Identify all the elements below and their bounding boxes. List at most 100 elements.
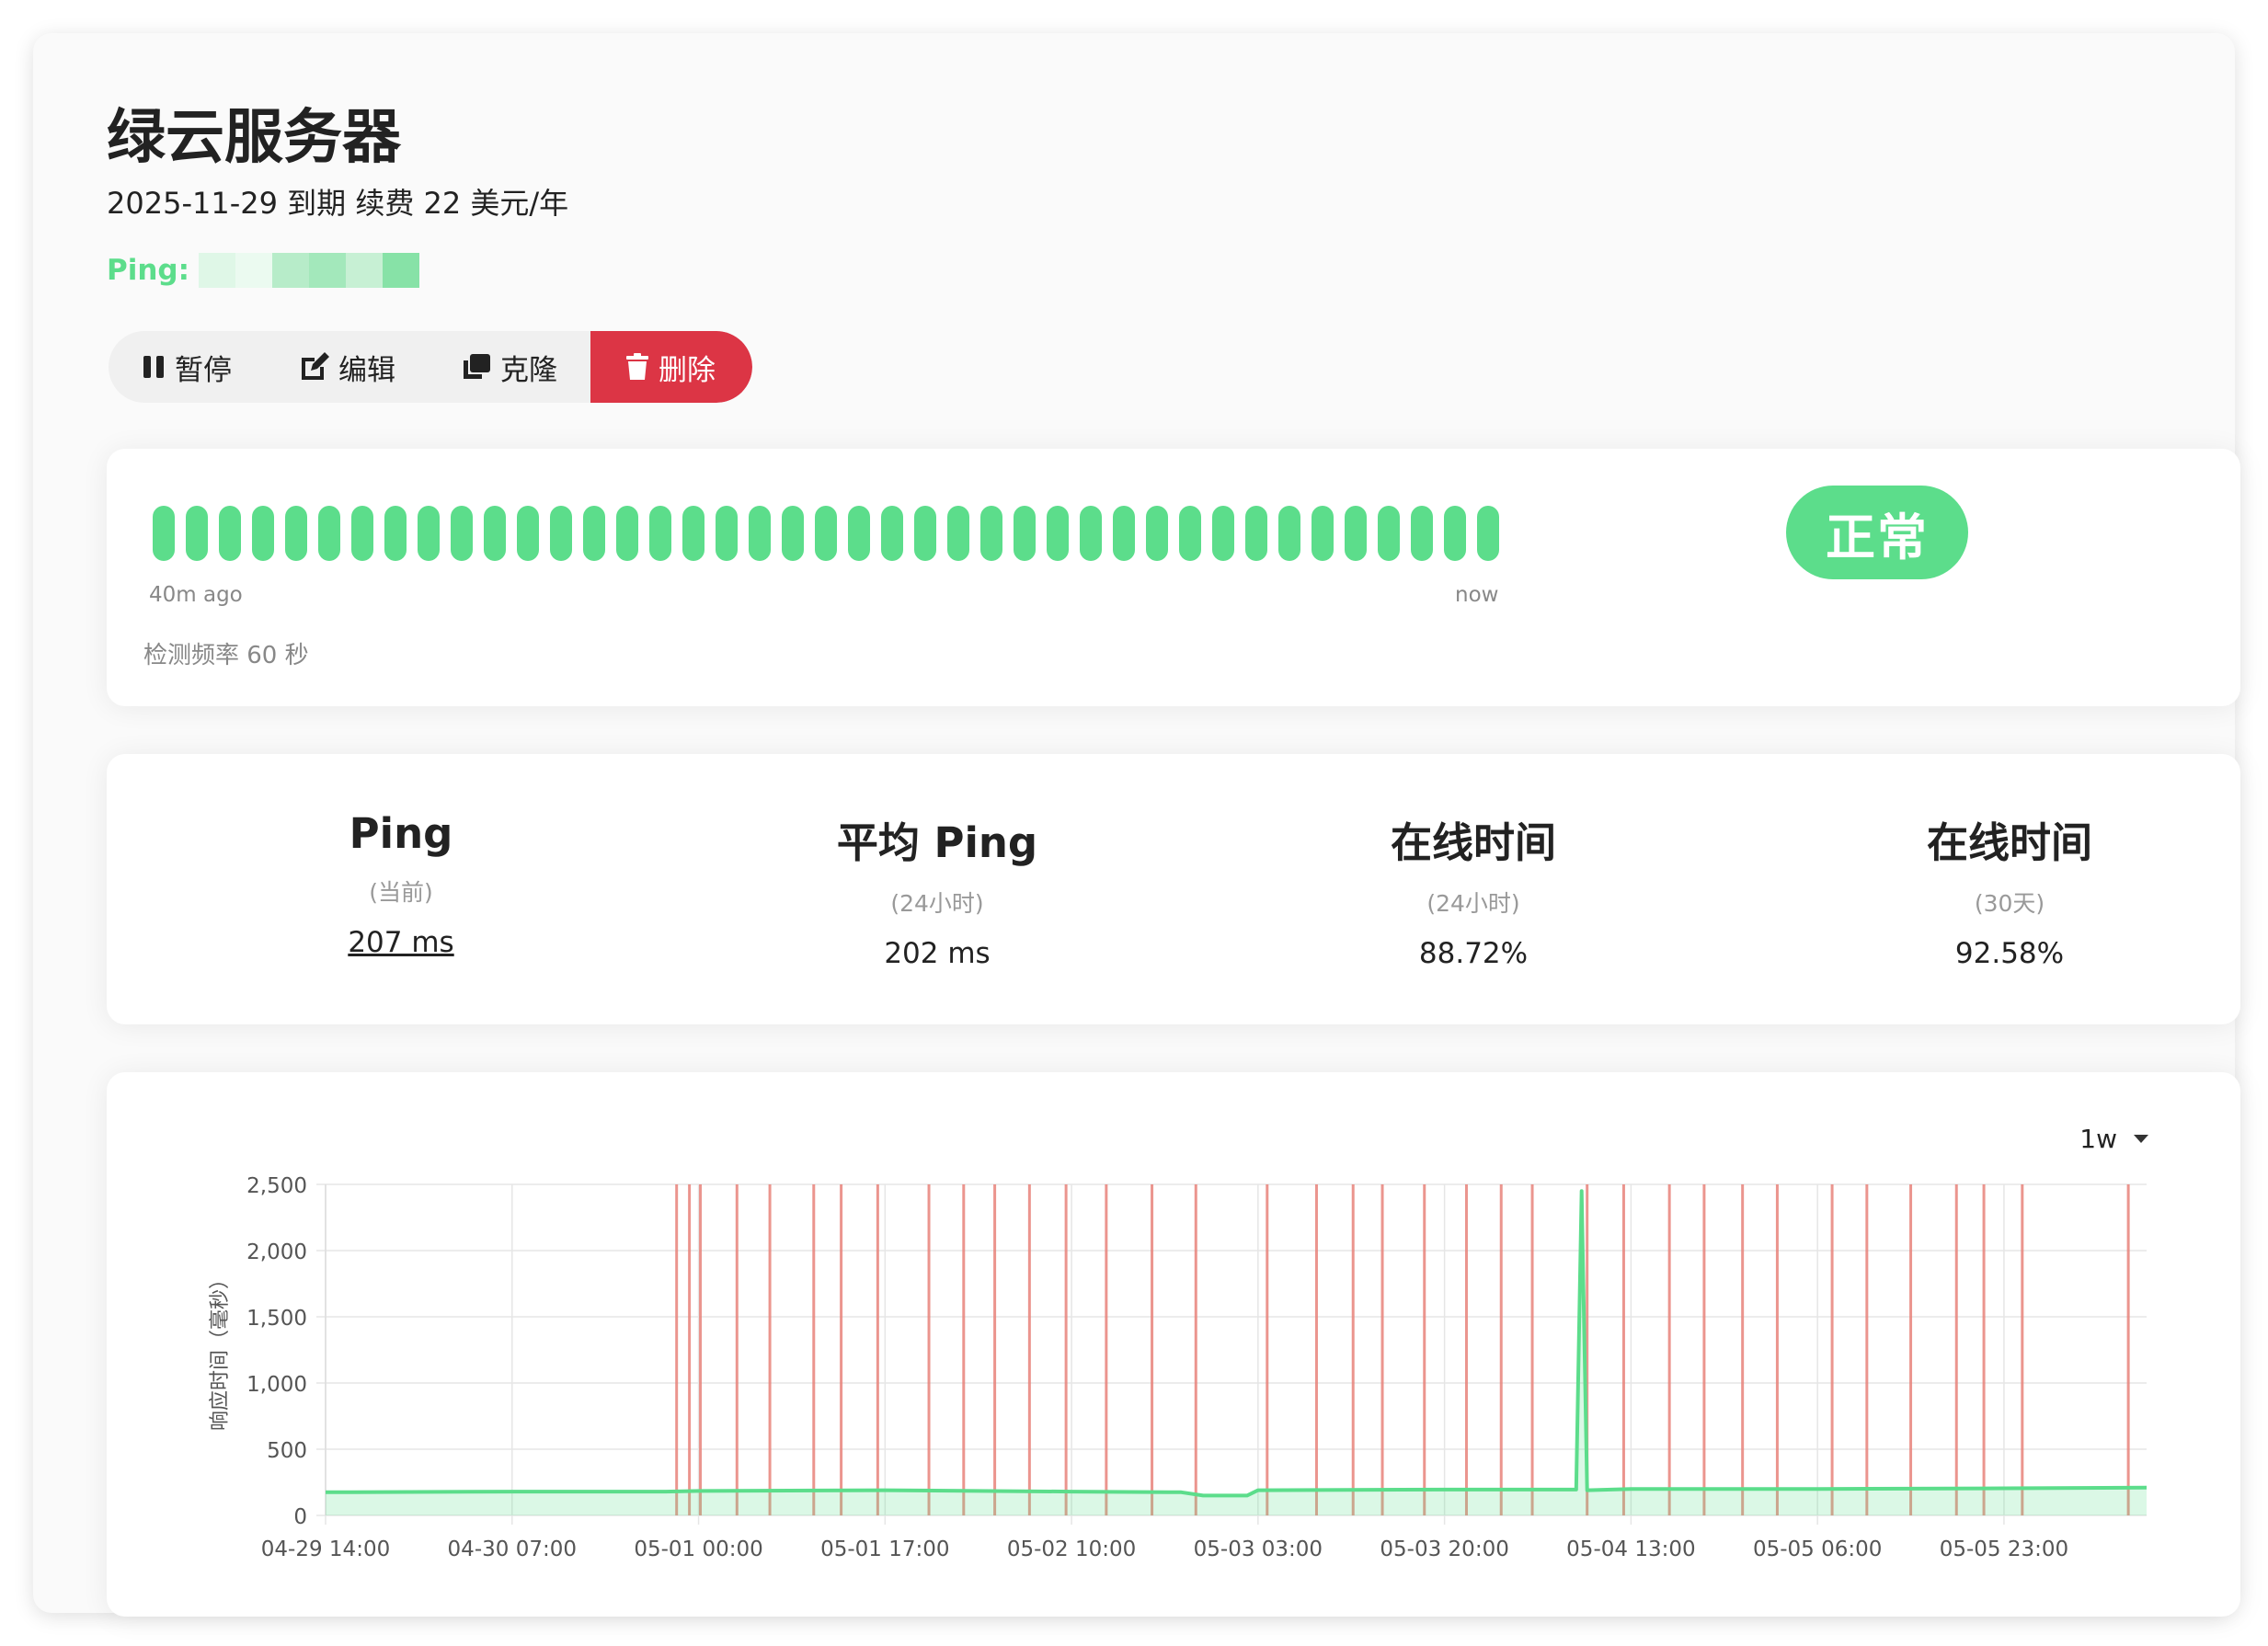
response-time-chart: 0 500 1,000 1,500 2,000 2,500 04-29 14:00 04-30…	[209, 1174, 2148, 1561]
heartbeat-beat[interactable]	[716, 506, 738, 561]
y-tick-label: 1,500	[246, 1307, 307, 1331]
heartbeat-bar	[153, 506, 1499, 561]
heartbeat-beat[interactable]	[1345, 506, 1367, 561]
x-tick-label: 05-01 00:00	[634, 1537, 762, 1561]
heartbeat-beat[interactable]	[1212, 506, 1234, 561]
x-tick-label: 05-03 20:00	[1380, 1537, 1508, 1561]
stat-value: 202 ms	[884, 937, 991, 970]
monitor-details-panel: 绿云服务器 2025-11-29 到期 续费 22 美元/年 Ping: 暂停 …	[33, 33, 2240, 1617]
heartbeat-beat[interactable]	[1444, 506, 1466, 561]
series-area	[326, 1191, 2147, 1515]
heartbeat-beat[interactable]	[219, 506, 241, 561]
y-tick-label: 1,000	[246, 1373, 307, 1397]
heartbeat-beat[interactable]	[583, 506, 605, 561]
y-tick-label: 0	[293, 1505, 307, 1529]
ping-preview-block	[309, 253, 347, 288]
x-tick-label: 05-04 13:00	[1566, 1537, 1695, 1561]
heartbeat-beat[interactable]	[815, 506, 837, 561]
x-tick-label: 04-30 07:00	[448, 1537, 577, 1561]
delete-button[interactable]: 删除	[590, 331, 752, 403]
heartbeat-beat[interactable]	[451, 506, 473, 561]
edit-button[interactable]: 编辑	[265, 331, 429, 403]
heartbeat-beat[interactable]	[947, 506, 969, 561]
ping-preview-block	[199, 253, 236, 288]
ping-preview-block	[383, 253, 420, 288]
heartbeat-beat[interactable]	[484, 506, 506, 561]
clone-icon	[462, 353, 491, 381]
x-tick-label: 05-02 10:00	[1007, 1537, 1136, 1561]
y-tick-label: 2,500	[246, 1174, 307, 1198]
check-interval-text: 检测频率 60 秒	[143, 642, 309, 669]
stat-subtitle: (30天)	[1974, 890, 2045, 917]
y-tick-label: 500	[267, 1439, 307, 1463]
heartbeat-start-label: 40m ago	[149, 583, 243, 607]
heartbeat-beat[interactable]	[616, 506, 638, 561]
heartbeat-beat[interactable]	[186, 506, 208, 561]
chart-card: 1w 0 500 1,000 1,500 2,000 2,500 04-29 14:00 04…	[107, 1072, 2240, 1617]
y-tick-label: 2,000	[246, 1240, 307, 1264]
status-badge: 正常	[1786, 486, 1968, 579]
heartbeat-beat[interactable]	[682, 506, 704, 561]
trash-icon	[625, 353, 649, 381]
heartbeat-beat[interactable]	[749, 506, 771, 561]
heartbeat-beat[interactable]	[1047, 506, 1069, 561]
heartbeat-beat[interactable]	[1278, 506, 1300, 561]
ping-preview-block	[346, 253, 384, 288]
pause-button[interactable]: 暂停	[109, 331, 265, 403]
x-tick-label: 05-01 17:00	[820, 1537, 949, 1561]
heartbeat-beat[interactable]	[550, 506, 572, 561]
stat-value: 88.72%	[1418, 937, 1529, 970]
heartbeat-beat[interactable]	[1411, 506, 1433, 561]
clone-label: 克隆	[500, 353, 557, 387]
x-tick-label: 05-03 03:00	[1194, 1537, 1323, 1561]
heartbeat-beat[interactable]	[649, 506, 671, 561]
heartbeat-beat[interactable]	[418, 506, 440, 561]
stat-subtitle: (当前)	[369, 879, 433, 906]
heartbeat-beat[interactable]	[1080, 506, 1102, 561]
heartbeat-beat[interactable]	[1179, 506, 1201, 561]
ping-row: Ping:	[107, 250, 420, 291]
heartbeat-beat[interactable]	[351, 506, 373, 561]
heartbeat-beat[interactable]	[782, 506, 804, 561]
monitor-title: 绿云服务器	[107, 104, 401, 172]
stat-title: 在线时间	[1390, 818, 1556, 867]
heartbeat-beat[interactable]	[848, 506, 870, 561]
x-tick-label: 05-05 06:00	[1753, 1537, 1882, 1561]
ping-preview	[199, 253, 420, 288]
heartbeat-beat[interactable]	[980, 506, 1002, 561]
heartbeat-beat[interactable]	[1146, 506, 1168, 561]
heartbeat-card: 40m ago now 检测频率 60 秒 正常	[107, 449, 2240, 706]
stat-subtitle: (24小时)	[1426, 890, 1520, 917]
heartbeat-beat[interactable]	[1245, 506, 1267, 561]
heartbeat-beat[interactable]	[1378, 506, 1400, 561]
edit-label: 编辑	[338, 353, 395, 387]
pause-label: 暂停	[175, 353, 232, 387]
heartbeat-beat[interactable]	[1312, 506, 1334, 561]
stats-card: Ping (当前) 207 ms 平均 Ping (24小时) 202 ms 在…	[107, 754, 2240, 1024]
x-tick-label: 05-05 23:00	[1940, 1537, 2068, 1561]
delete-label: 删除	[659, 353, 716, 387]
stat-value-link[interactable]: 207 ms	[162, 926, 640, 959]
heartbeat-beat[interactable]	[252, 506, 274, 561]
heartbeat-beat[interactable]	[318, 506, 340, 561]
heartbeat-beat[interactable]	[1113, 506, 1135, 561]
heartbeat-beat[interactable]	[517, 506, 539, 561]
heartbeat-beat[interactable]	[881, 506, 903, 561]
heartbeat-beat[interactable]	[153, 506, 175, 561]
action-button-group: 暂停 编辑 克隆 删除	[109, 331, 752, 403]
stat-title: 平均 Ping	[836, 818, 1038, 867]
heartbeat-beat[interactable]	[914, 506, 936, 561]
monitor-subtitle: 2025-11-29 到期 续费 22 美元/年	[107, 186, 569, 221]
stat-uptime-24h: 在线时间 (24小时) 88.72%	[1234, 809, 1712, 970]
heartbeat-beat[interactable]	[285, 506, 307, 561]
stat-avg-ping: 平均 Ping (24小时) 202 ms	[698, 809, 1176, 970]
heartbeat-beat[interactable]	[1477, 506, 1499, 561]
ping-preview-block	[235, 253, 273, 288]
stat-title: Ping	[349, 809, 453, 858]
heartbeat-beat[interactable]	[1014, 506, 1036, 561]
heartbeat-beat[interactable]	[384, 506, 407, 561]
x-tick-label: 04-29 14:00	[261, 1537, 390, 1561]
stat-title: 在线时间	[1926, 818, 2092, 867]
clone-button[interactable]: 克隆	[429, 331, 590, 403]
stat-value: 92.58%	[1954, 937, 2065, 970]
